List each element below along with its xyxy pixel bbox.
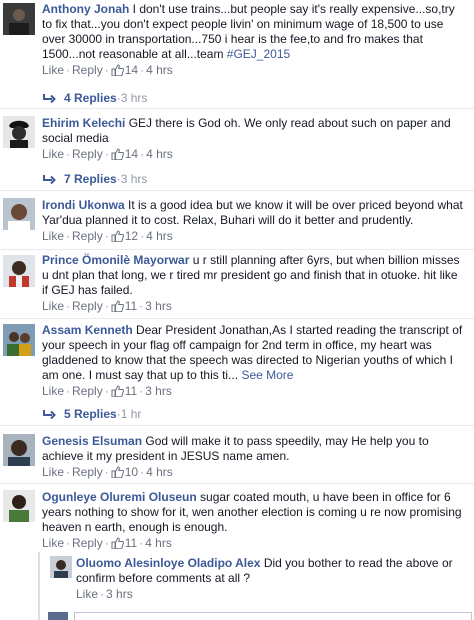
hashtag-link[interactable]: #GEJ_2015 (227, 47, 290, 61)
like-link[interactable]: Like (42, 229, 64, 243)
thumbs-up-icon (111, 148, 124, 160)
nested-reply: Oluomo Alesinloye Oladipo Alex Did you b… (38, 552, 474, 610)
like-count[interactable]: 14 (111, 63, 138, 77)
view-replies-link[interactable]: 5 Replies·1 hr (42, 407, 141, 422)
reply-link[interactable]: Reply (72, 299, 103, 313)
thumbs-up-icon (111, 64, 124, 76)
timestamp[interactable]: 4 hrs (146, 63, 173, 77)
avatar[interactable] (3, 3, 35, 35)
like-link[interactable]: Like (42, 299, 64, 313)
like-count[interactable]: 11 (111, 384, 137, 398)
divider (0, 249, 474, 250)
thumbs-up-icon (111, 230, 124, 242)
like-count[interactable]: 10 (111, 465, 138, 479)
thumbs-up-icon (111, 385, 124, 397)
like-link[interactable]: Like (42, 384, 64, 398)
divider (0, 108, 474, 109)
comment-author[interactable]: Ogunleye Oluremi Oluseun (42, 490, 197, 504)
reply-composer (38, 610, 474, 620)
avatar (48, 612, 68, 620)
like-count[interactable]: 11 (111, 299, 137, 313)
reply-link[interactable]: Reply (72, 147, 103, 161)
reply-link[interactable]: Reply (72, 465, 103, 479)
avatar[interactable] (3, 490, 35, 522)
thumbs-up-icon (111, 537, 124, 549)
thumbs-up-icon (111, 300, 124, 312)
comment-actions: Like · Reply · 14 · 4 hrs (42, 147, 173, 161)
avatar[interactable] (50, 556, 72, 578)
like-count[interactable]: 11 (111, 536, 137, 550)
reply-arrow-icon (43, 94, 56, 103)
divider (0, 190, 474, 191)
like-count[interactable]: 12 (111, 229, 138, 243)
comment-author[interactable]: Prince Ömonilè Mayorwar (42, 253, 189, 267)
see-more-link[interactable]: See More (241, 368, 293, 382)
reply-actions: Like · 3 hrs (76, 587, 133, 601)
like-link[interactable]: Like (42, 147, 64, 161)
reply-link[interactable]: Reply (72, 536, 103, 550)
like-link[interactable]: Like (42, 63, 64, 77)
like-link[interactable]: Like (76, 587, 98, 601)
comment-actions: Like · Reply · 11 · 3 hrs (42, 384, 172, 398)
reply-link[interactable]: Reply (72, 229, 103, 243)
avatar[interactable] (3, 116, 35, 148)
reply-link[interactable]: Reply (72, 63, 103, 77)
view-replies-link[interactable]: 7 Replies·3 hrs (42, 172, 147, 187)
timestamp[interactable]: 3 hrs (145, 384, 172, 398)
like-count[interactable]: 14 (111, 147, 138, 161)
comment-author[interactable]: Irondi Ukonwa (42, 198, 125, 212)
comment-author[interactable]: Genesis Elsuman (42, 434, 142, 448)
comment-actions: Like · Reply · 11 · 3 hrs (42, 299, 172, 313)
timestamp[interactable]: 4 hrs (146, 147, 173, 161)
timestamp[interactable]: 3 hrs (145, 299, 172, 313)
view-replies-link[interactable]: 4 Replies·3 hrs (42, 91, 147, 106)
avatar[interactable] (3, 198, 35, 230)
comment-actions: Like · Reply · 12 · 4 hrs (42, 229, 173, 243)
comment-actions: Like · Reply · 14 · 4 hrs (42, 63, 173, 77)
avatar[interactable] (3, 255, 35, 287)
reply-input[interactable] (74, 612, 472, 620)
thumbs-up-icon (111, 466, 124, 478)
reply-link[interactable]: Reply (72, 384, 103, 398)
timestamp[interactable]: 4 hrs (146, 229, 173, 243)
like-link[interactable]: Like (42, 465, 64, 479)
divider (0, 425, 474, 426)
divider (0, 483, 474, 484)
comment-author[interactable]: Anthony Jonah (42, 2, 129, 16)
timestamp[interactable]: 4 hrs (145, 536, 172, 550)
divider (0, 318, 474, 319)
reply-arrow-icon (43, 410, 56, 419)
timestamp[interactable]: 4 hrs (146, 465, 173, 479)
comment-actions: Like · Reply · 11 · 4 hrs (42, 536, 172, 550)
avatar[interactable] (3, 324, 35, 356)
reply-arrow-icon (43, 175, 56, 184)
comment-author[interactable]: Ehirim Kelechi (42, 116, 125, 130)
timestamp[interactable]: 3 hrs (106, 587, 133, 601)
comment-actions: Like · Reply · 10 · 4 hrs (42, 465, 173, 479)
like-link[interactable]: Like (42, 536, 64, 550)
avatar[interactable] (3, 434, 35, 466)
comment-author[interactable]: Assam Kenneth (42, 323, 133, 337)
reply-author[interactable]: Oluomo Alesinloye Oladipo Alex (76, 556, 260, 570)
